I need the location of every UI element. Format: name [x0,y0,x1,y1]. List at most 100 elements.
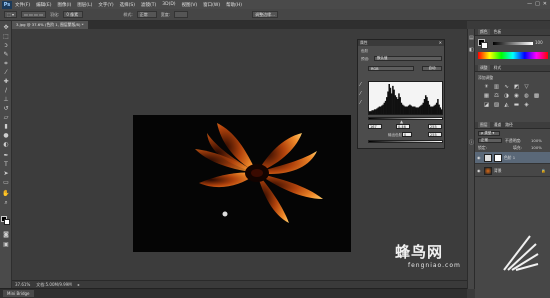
background-swatch[interactable] [481,42,488,49]
tool-preset-picker[interactable]: ⬚ ▾ [4,11,18,18]
status-arrow-icon[interactable]: ▸ [78,282,80,287]
style-select[interactable]: 正常 [136,11,157,18]
feather-input[interactable]: 0 像素 [63,11,84,18]
menu-view[interactable]: 视图(V) [182,2,198,8]
layer-name[interactable]: 色阶 1 [504,155,515,161]
opacity-value[interactable]: 100% [531,138,542,143]
levels-icon[interactable]: ▥ [493,84,500,90]
eraser-icon[interactable]: ▱ [2,114,10,121]
tab-adjustments[interactable]: 调整 [478,65,490,71]
selection-mode-buttons[interactable]: ▭ ▭ ▭ ▭ [21,11,46,18]
photo-filter-icon[interactable]: ◉ [513,93,520,99]
posterize-icon[interactable]: ▨ [493,102,500,108]
lasso-icon[interactable]: ↄ [2,42,10,49]
black-point-eyedropper-icon[interactable]: ⁄ [360,83,365,88]
dodge-icon[interactable]: ◐ [2,141,10,148]
refine-edge-button[interactable]: 调整边缘... [252,11,279,18]
minimize-button[interactable]: — [527,1,532,7]
background-color-swatch[interactable] [4,219,10,225]
layer-row-background[interactable]: ◉ 背景 🔒 [475,165,550,177]
width-input[interactable] [174,11,189,18]
tab-paths[interactable]: 路径 [505,122,513,128]
white-point-eyedropper-icon[interactable]: ⁄ [360,101,365,106]
menu-select[interactable]: 选择(S) [120,2,135,8]
menu-file[interactable]: 文件(F) [15,2,30,8]
zoom-icon[interactable]: ⌕ [2,199,10,206]
menu-layer[interactable]: 图层(L) [77,2,92,8]
gray-point-eyedropper-icon[interactable]: ⁄ [360,92,365,97]
menu-help[interactable]: 帮助(H) [226,2,242,8]
hue-saturation-icon[interactable]: ▦ [483,93,490,99]
zoom-level[interactable]: 37.61% [15,282,30,287]
fill-value[interactable]: 100% [531,145,542,150]
menu-filter[interactable]: 滤镜(T) [141,2,156,8]
screen-mode-icon[interactable]: ▣ [2,241,10,248]
close-button[interactable]: ✕ [543,1,547,7]
brush-icon[interactable]: ∕ [2,87,10,94]
move-icon[interactable]: ✥ [2,24,10,31]
input-black-field[interactable]: 167 [368,124,382,129]
color-spectrum[interactable] [478,52,548,59]
clone-stamp-icon[interactable]: ⊥ [2,96,10,103]
gradient-icon[interactable]: ▮ [2,123,10,130]
menu-3d[interactable]: 3D(D) [162,2,175,7]
type-icon[interactable]: T [2,161,10,168]
document-tab[interactable]: 3.jpg @ 37.6% (色阶 1, 图层蒙版/8) * [12,21,88,29]
info-panel-icon[interactable]: ⓘ [469,139,474,146]
marquee-icon[interactable]: ⬚ [2,33,10,40]
eyedropper-icon[interactable]: ⁄ [2,69,10,76]
tab-styles[interactable]: 样式 [494,65,502,71]
menu-type[interactable]: 文字(Y) [98,2,113,8]
gradient-map-icon[interactable]: ▬ [513,102,520,108]
shape-icon[interactable]: ▭ [2,179,10,186]
menu-window[interactable]: 窗口(W) [203,2,220,8]
menu-image[interactable]: 图像(I) [57,2,71,8]
invert-icon[interactable]: ◪ [483,102,490,108]
layer-name[interactable]: 背景 [494,168,502,174]
visibility-eye-icon[interactable]: ◉ [477,155,482,160]
mini-bridge-tab[interactable]: Mini Bridge [3,290,34,297]
input-white-field[interactable]: 255 [428,124,442,129]
properties-panel-icon[interactable]: ◧ [469,47,474,53]
input-levels-slider[interactable] [368,117,443,120]
history-brush-icon[interactable]: ↺ [2,105,10,112]
healing-icon[interactable]: ✚ [2,78,10,85]
tab-layers[interactable]: 图层 [478,122,490,128]
tab-channels[interactable]: 通道 [494,122,502,128]
vibrance-icon[interactable]: ▽ [523,84,530,90]
blur-icon[interactable]: ● [2,132,10,139]
curves-icon[interactable]: ∿ [503,84,510,90]
menu-edit[interactable]: 编辑(E) [36,2,51,8]
color-slider-value[interactable]: 100 [535,40,543,45]
output-white-field[interactable]: 255 [428,132,442,137]
threshold-icon[interactable]: ◭ [503,102,510,108]
history-panel-icon[interactable]: ▤ [469,35,474,41]
levels-panel-titlebar[interactable]: 属性 ✕ [358,40,444,46]
close-icon[interactable]: ✕ [439,40,442,45]
color-balance-icon[interactable]: ⚖ [493,93,500,99]
auto-button[interactable]: 自动 [422,66,442,71]
blend-mode-select[interactable]: 正常 [478,138,502,143]
channel-mixer-icon[interactable]: ◍ [523,93,530,99]
tab-color[interactable]: 颜色 [478,29,490,35]
visibility-eye-icon[interactable]: ◉ [477,168,482,173]
brightness-icon[interactable]: ☀ [483,84,490,90]
black-white-icon[interactable]: ◑ [503,93,510,99]
path-select-icon[interactable]: ➤ [2,170,10,177]
output-black-field[interactable]: 0 [402,132,412,137]
color-lookup-icon[interactable]: ▩ [533,93,540,99]
crop-icon[interactable]: ⌗ [2,60,10,67]
input-gamma-field[interactable]: 0.46 [396,124,410,129]
tab-swatches[interactable]: 色板 [494,29,502,35]
channel-select[interactable]: RGB [368,66,414,71]
pen-icon[interactable]: ✒ [2,152,10,159]
output-levels-slider[interactable] [368,140,443,143]
quick-mask-icon[interactable]: ◙ [2,231,10,238]
selective-color-icon[interactable]: ◈ [523,102,530,108]
layer-row-levels[interactable]: ◉ 色阶 1 [475,152,550,164]
exposure-icon[interactable]: ◩ [513,84,520,90]
document-image[interactable] [133,115,351,252]
quick-select-icon[interactable]: ✎ [2,51,10,58]
color-slider-track[interactable] [493,42,533,45]
preset-select[interactable]: 默认值 [374,56,442,61]
